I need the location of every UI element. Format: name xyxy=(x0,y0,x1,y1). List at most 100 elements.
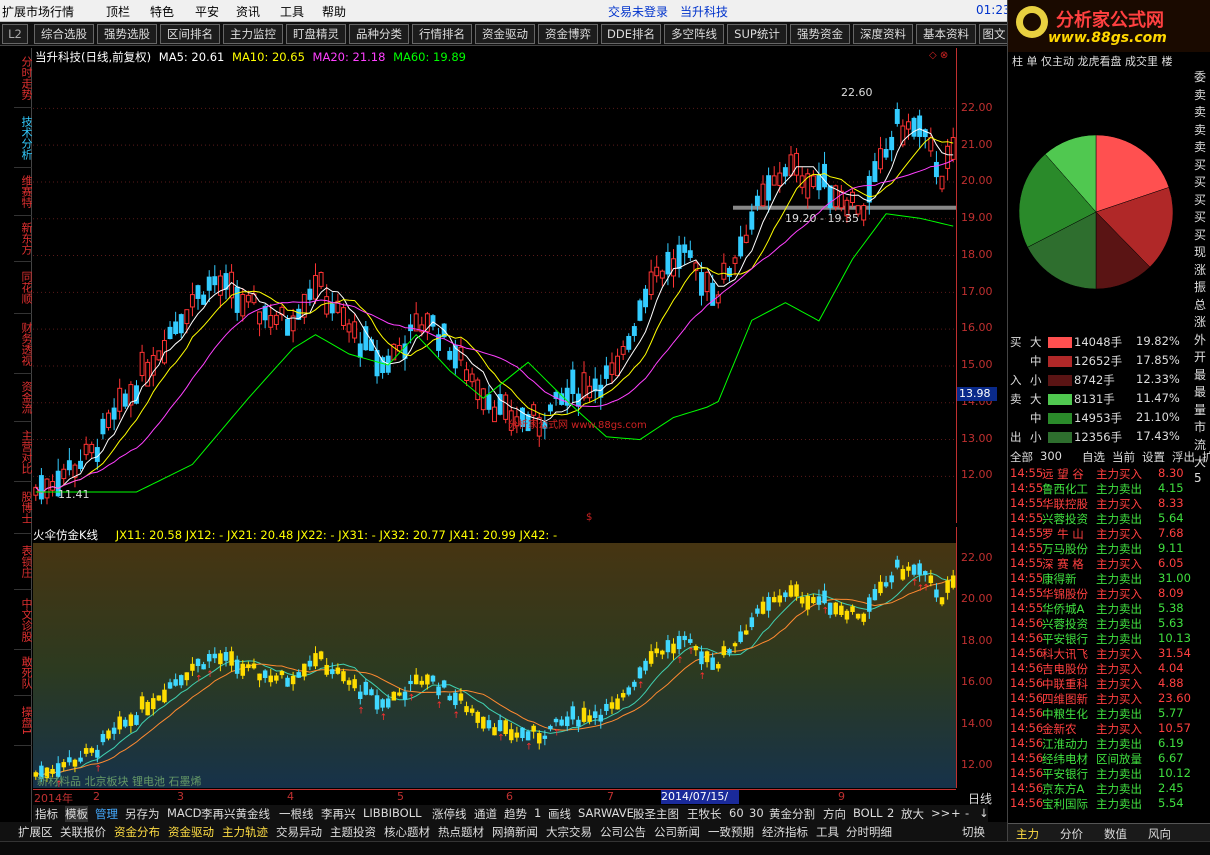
panel-bottom-tab[interactable]: 分价 xyxy=(1060,826,1083,842)
extension-tab[interactable]: 一致预期 xyxy=(708,824,754,840)
menu-item-kuozhan[interactable]: 扩展市场行情 xyxy=(2,3,74,20)
indicator-tab[interactable]: >> xyxy=(931,806,950,820)
indicator-tab[interactable]: ↓ xyxy=(979,806,989,820)
trade-stock-name[interactable]: 平安银行 xyxy=(1042,631,1088,647)
menu-item-tese[interactable]: 特色 xyxy=(150,3,174,20)
tab-caopan[interactable]: 操盘1 xyxy=(14,696,33,746)
panel-bottom-tab[interactable]: 主力 xyxy=(1016,826,1039,842)
extension-tab[interactable]: 扩展区 xyxy=(18,824,53,840)
extension-tab[interactable]: 工具 xyxy=(816,824,839,840)
indicator-tab[interactable]: 2 xyxy=(887,806,894,820)
tab-gubo[interactable]: 股博士 xyxy=(14,482,33,534)
panel-bottom-tab[interactable]: 风向 xyxy=(1148,826,1171,842)
chart-controls-icon[interactable]: ◇ ⊗ xyxy=(929,50,948,61)
trade-stock-name[interactable]: 宝利国际 xyxy=(1042,796,1088,812)
tab-zijinliu[interactable]: 资金流 xyxy=(14,374,33,422)
tab-tonghuashun[interactable]: 同花顺 xyxy=(14,262,33,314)
indicator-tab[interactable]: 一根线 xyxy=(279,806,314,822)
toolbar-button[interactable]: DDE排名 xyxy=(601,24,661,44)
trade-stock-name[interactable]: 平安银行 xyxy=(1042,766,1088,782)
indicator-tab[interactable]: 通道 xyxy=(474,806,497,822)
extension-tab[interactable]: 关联报价 xyxy=(60,824,106,840)
trade-stock-name[interactable]: 京东方A xyxy=(1042,781,1084,797)
menu-item-pingan[interactable]: 平安 xyxy=(195,3,219,20)
indicator-tab[interactable]: 指标 xyxy=(35,806,58,822)
l2-badge[interactable]: L2 xyxy=(2,24,28,44)
toolbar-button[interactable]: 综合选股 xyxy=(34,24,94,44)
extension-tab[interactable]: 网摘新闻 xyxy=(492,824,538,840)
tab-weisaite[interactable]: 维赛特 xyxy=(14,168,33,216)
menu-item-bangzhu[interactable]: 帮助 xyxy=(322,3,346,20)
indicator-tab[interactable]: 管理 xyxy=(95,806,118,822)
trade-filter-tab[interactable]: 300 xyxy=(1040,449,1062,463)
trade-stock-name[interactable]: 万马股份 xyxy=(1042,541,1088,557)
extension-tab[interactable]: 热点题材 xyxy=(438,824,484,840)
indicator-tab[interactable]: 股圣主图 xyxy=(633,806,679,822)
indicator-tab[interactable]: 画线 xyxy=(548,806,571,822)
indicator-tab[interactable]: BOLL xyxy=(853,806,883,820)
indicator-tab[interactable]: 李再兴 xyxy=(321,806,356,822)
toolbar-button[interactable]: 深度资料 xyxy=(853,24,913,44)
trade-stock-name[interactable]: 金新农 xyxy=(1042,721,1077,737)
trade-filter-tab[interactable]: 自选 xyxy=(1082,449,1105,465)
extension-tab[interactable]: 主题投资 xyxy=(330,824,376,840)
kline-main-canvas[interactable] xyxy=(33,48,956,523)
indicator-tab[interactable]: 放大 xyxy=(901,806,924,822)
toolbar-button[interactable]: 区间排名 xyxy=(160,24,220,44)
trade-filter-tab[interactable]: 设置 xyxy=(1142,449,1165,465)
extension-tab[interactable]: 核心题材 xyxy=(384,824,430,840)
trade-stock-name[interactable]: 经纬电材 xyxy=(1042,751,1088,767)
toolbar-button[interactable]: 强势选股 xyxy=(97,24,157,44)
indicator-tab[interactable]: 李再兴黄金线 xyxy=(201,806,270,822)
indicator-chart[interactable]: ↑ ↑ ↑ ↑ ↑ ↑ ↑ ↑ ↑ ↑ ↑ ↑ ↑ ↑ ↑ ↑ ↑ ↑ ↑ ↑ 火伞仿金K线 JX11: 20.58 … xyxy=(33,527,956,788)
indicator-canvas[interactable]: ↑↑↑ ↑↑↑↑↑↑↑↑↑↑↑↑↑↑↑↑↑ xyxy=(33,527,956,788)
indicator-tab[interactable]: 另存为 xyxy=(125,806,160,822)
toolbar-button[interactable]: 图文 xyxy=(979,24,1009,44)
indicator-tab[interactable]: 方向 xyxy=(823,806,846,822)
extension-tab[interactable]: 交易异动 xyxy=(276,824,322,840)
toolbar-button[interactable]: SUP统计 xyxy=(727,24,787,44)
indicator-tab[interactable]: 黄金分割 xyxy=(769,806,815,822)
menu-item-dinglan[interactable]: 顶栏 xyxy=(106,3,130,20)
trade-filter-tab[interactable]: 浮出 xyxy=(1172,449,1195,465)
trade-stock-name[interactable]: 四维图新 xyxy=(1042,691,1088,707)
kline-main-chart[interactable]: 当升科技(日线,前复权) MA5: 20.61 MA10: 20.65 MA20… xyxy=(33,48,956,523)
tab-fenshi[interactable]: 分时走势 xyxy=(14,48,33,108)
panel-bottom-tab[interactable]: 数值 xyxy=(1104,826,1127,842)
menu-item-zixun[interactable]: 资讯 xyxy=(236,3,260,20)
trade-stock-name[interactable]: 罗 牛 山 xyxy=(1042,526,1084,542)
indicator-tab[interactable]: 王牧长 xyxy=(687,806,722,822)
toolbar-button[interactable]: 资金博弈 xyxy=(538,24,598,44)
trade-stock-name[interactable]: 科大讯飞 xyxy=(1042,646,1088,662)
extension-tab[interactable]: 公司公告 xyxy=(600,824,646,840)
extension-tab[interactable]: 主力轨迹 xyxy=(222,824,268,840)
trade-stock-name[interactable]: 康得新 xyxy=(1042,571,1077,587)
indicator-tab[interactable]: 60 xyxy=(729,806,744,820)
indicator-tab[interactable]: 模板 xyxy=(65,806,88,822)
trade-stock-name[interactable]: 深 赛 格 xyxy=(1042,556,1084,572)
trade-filter-tab[interactable]: 扩 xyxy=(1202,449,1210,465)
trade-stock-name[interactable]: 兴蓉投资 xyxy=(1042,616,1088,632)
extension-tab[interactable]: 资金分布 xyxy=(114,824,160,840)
toolbar-button[interactable]: 行情排名 xyxy=(412,24,472,44)
tab-technical[interactable]: 技术分析 xyxy=(14,108,33,168)
extension-tab[interactable]: 经济指标 xyxy=(762,824,808,840)
trade-stock-name[interactable]: 华锦股份 xyxy=(1042,586,1088,602)
menu-item-gongju[interactable]: 工具 xyxy=(280,3,304,20)
trade-stock-name[interactable]: 远 望 谷 xyxy=(1042,466,1084,482)
indicator-tab[interactable]: 涨停线 xyxy=(432,806,467,822)
tab-zhuying[interactable]: 主营对比 xyxy=(14,422,33,482)
toolbar-button[interactable]: 强势资金 xyxy=(790,24,850,44)
indicator-tab[interactable]: - xyxy=(965,806,969,820)
trade-stock-name[interactable]: 兴蓉投资 xyxy=(1042,511,1088,527)
trade-filter-tab[interactable]: 当前 xyxy=(1112,449,1135,465)
toolbar-button[interactable]: 基本资料 xyxy=(916,24,976,44)
tab-biaosuo[interactable]: 表锁庄 xyxy=(14,534,33,590)
extension-tab[interactable]: 切换 xyxy=(962,824,985,840)
tab-gansidui[interactable]: 敢死队 xyxy=(14,650,33,696)
toolbar-button[interactable]: 品种分类 xyxy=(349,24,409,44)
extension-tab[interactable]: 大宗交易 xyxy=(546,824,592,840)
extension-tab[interactable]: 资金驱动 xyxy=(168,824,214,840)
tab-xindongfang[interactable]: 新东方 xyxy=(14,216,33,262)
indicator-tab[interactable]: MACD xyxy=(167,806,201,820)
